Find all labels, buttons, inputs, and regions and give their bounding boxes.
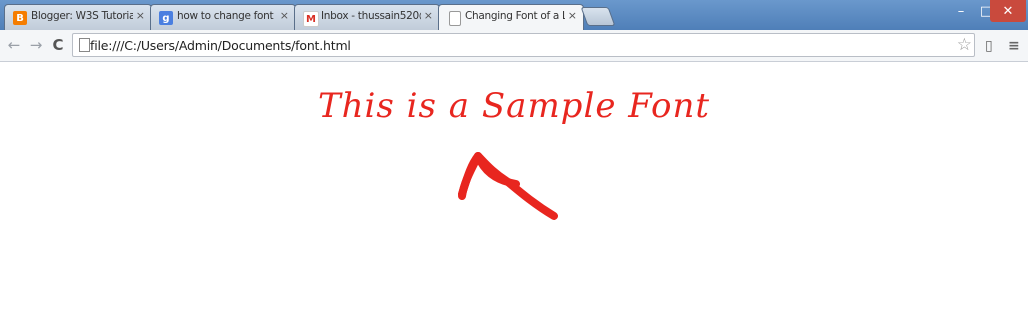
close-tab-icon[interactable]: × [424,9,433,22]
google-icon: g [159,11,173,25]
close-tab-icon[interactable]: × [280,9,289,22]
tab-title: how to change font color [177,10,277,22]
close-tab-icon[interactable]: × [568,9,577,22]
address-bar[interactable]: file:///C:/Users/Admin/Documents/font.ht… [72,33,975,57]
reload-icon[interactable]: C [49,36,67,54]
url-text[interactable]: file:///C:/Users/Admin/Documents/font.ht… [90,38,351,53]
gmail-icon: M [303,11,319,27]
close-window-button[interactable]: ✕ [990,0,1026,22]
tab-title: Inbox - thussain520@gma [321,10,421,22]
tab-gmail-inbox[interactable]: M Inbox - thussain520@gma × [294,4,440,30]
tab-title: Changing Font of a Label [465,10,565,22]
close-tab-icon[interactable]: × [136,9,145,22]
sample-font-text: This is a Sample Font [317,86,711,126]
tab-changing-font[interactable]: Changing Font of a Label × [438,4,584,31]
page-icon [79,38,90,52]
new-tab-button[interactable] [580,7,616,26]
page-icon [449,11,461,26]
minimize-button[interactable]: – [947,0,975,22]
bookmark-star-icon[interactable]: ☆ [957,35,972,55]
forward-arrow-icon[interactable]: → [27,36,45,54]
annotation-arrow-icon [458,152,558,220]
page-content: This is a Sample Font [0,62,1028,326]
tab-blogger[interactable]: B Blogger: W3S Tutorial - Ja × [4,4,152,30]
tab-google-search[interactable]: g how to change font color × [150,4,296,30]
blogger-icon: B [13,11,27,25]
extension-icon[interactable]: ▯ [985,38,993,54]
back-arrow-icon[interactable]: ← [5,36,23,54]
toolbar: ← → C file:///C:/Users/Admin/Documents/f… [0,30,1028,62]
tab-title: Blogger: W3S Tutorial - Ja [31,10,133,22]
tab-strip: B Blogger: W3S Tutorial - Ja × g how to … [0,0,1028,31]
menu-icon[interactable]: ≡ [1008,38,1020,54]
